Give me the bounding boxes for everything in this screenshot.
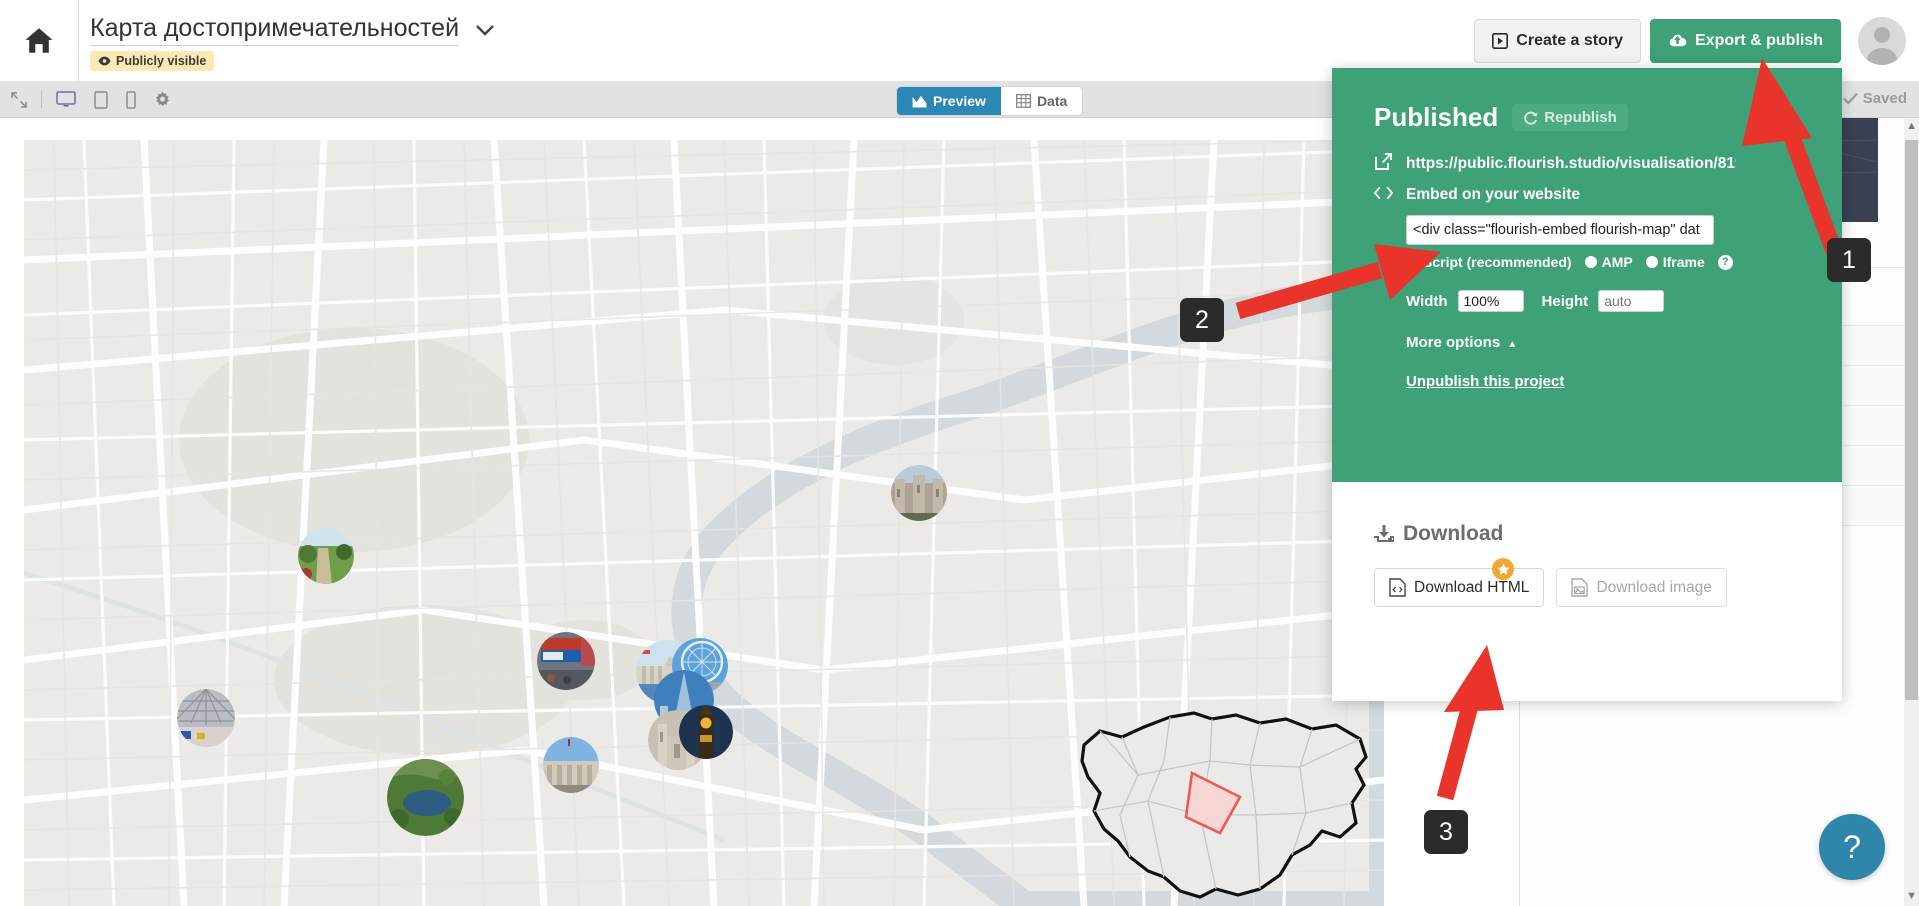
sidebar-scrollbar[interactable]: ▲ ▼ xyxy=(1904,118,1919,906)
marker-piccadilly-photo[interactable] xyxy=(537,632,595,690)
gear-icon[interactable] xyxy=(154,91,171,108)
publish-header: Published Republish xyxy=(1374,102,1800,133)
embed-label: Embed on your website xyxy=(1406,186,1580,204)
greater-london-inset-map xyxy=(1060,705,1384,905)
annotation-number-1: 1 xyxy=(1827,238,1871,282)
status-badge[interactable]: Publicly visible xyxy=(90,51,214,71)
title-dropdown-caret[interactable] xyxy=(475,21,495,41)
saved-status: Saved xyxy=(1843,90,1907,107)
download-image-label: Download image xyxy=(1596,579,1711,597)
marker-regents-park-photo[interactable] xyxy=(298,528,354,584)
question-mark-icon: ? xyxy=(1843,829,1861,866)
chevron-up-icon: ▲ xyxy=(1507,339,1517,350)
toolbar-divider xyxy=(41,91,42,108)
title-block: Карта достопримечательностей Publicly vi… xyxy=(79,10,495,71)
scroll-up-arrow-icon[interactable]: ▲ xyxy=(1906,120,1917,132)
table-icon xyxy=(1016,94,1031,108)
download-image-button[interactable]: Download image xyxy=(1556,568,1726,607)
saved-label: Saved xyxy=(1863,90,1907,107)
annotation-number-2: 2 xyxy=(1180,298,1224,342)
embed-size-row: Width Height xyxy=(1406,290,1800,312)
width-input[interactable] xyxy=(1458,290,1524,312)
radio-iframe-label: Iframe xyxy=(1663,254,1705,270)
scroll-down-arrow-icon[interactable]: ▼ xyxy=(1906,890,1917,902)
top-bar-actions: Create a story Export & publish xyxy=(1474,17,1919,65)
height-label: Height xyxy=(1542,293,1589,310)
tab-data[interactable]: Data xyxy=(1001,87,1082,115)
create-story-label: Create a story xyxy=(1516,32,1623,50)
publish-status-title: Published xyxy=(1374,102,1498,133)
download-html-label: Download HTML xyxy=(1414,579,1529,597)
height-input[interactable] xyxy=(1598,290,1664,312)
marker-kings-cross-photo[interactable] xyxy=(177,689,235,747)
radio-script[interactable]: Script (recommended) xyxy=(1406,254,1572,270)
refresh-icon xyxy=(1523,111,1538,125)
republish-button[interactable]: Republish xyxy=(1512,104,1628,131)
download-html-button[interactable]: Download HTML xyxy=(1374,568,1544,607)
check-icon xyxy=(1843,92,1858,105)
radio-amp[interactable]: AMP xyxy=(1585,254,1633,270)
export-publish-label: Export & publish xyxy=(1695,32,1823,50)
create-story-button[interactable]: Create a story xyxy=(1474,19,1641,63)
radio-dot-selected xyxy=(1406,256,1418,268)
status-badge-label: Publicly visible xyxy=(116,54,206,68)
external-link-icon xyxy=(1374,153,1392,174)
republish-label: Republish xyxy=(1544,109,1617,126)
marker-tower-photo[interactable] xyxy=(891,465,947,521)
play-box-icon xyxy=(1492,33,1508,49)
code-icon xyxy=(1374,186,1392,204)
question-circle-icon[interactable]: ? xyxy=(1718,255,1733,270)
unpublish-link[interactable]: Unpublish this project xyxy=(1406,373,1564,390)
radio-dot xyxy=(1646,256,1658,268)
cloud-upload-icon xyxy=(1668,33,1687,48)
code-file-icon xyxy=(1389,578,1406,597)
help-button[interactable]: ? xyxy=(1819,814,1885,880)
chart-area-icon xyxy=(912,95,927,108)
embed-type-radio-group: Script (recommended) AMP Iframe ? xyxy=(1406,254,1800,270)
publish-section: Published Republish https://public. xyxy=(1332,68,1842,482)
download-section: Download Download HTML xyxy=(1332,482,1842,647)
tab-data-label: Data xyxy=(1037,93,1067,109)
download-heading-label: Download xyxy=(1403,522,1503,546)
mobile-icon[interactable] xyxy=(126,91,136,109)
marker-hyde-park-photo[interactable] xyxy=(387,759,464,836)
avatar[interactable] xyxy=(1858,17,1906,65)
preview-data-tabs: Preview Data xyxy=(897,87,1082,115)
export-publish-button[interactable]: Export & publish xyxy=(1650,19,1841,63)
radio-script-label: Script (recommended) xyxy=(1423,254,1572,270)
marker-bigben-photo[interactable] xyxy=(679,705,733,759)
annotation-number-3: 3 xyxy=(1424,810,1468,854)
home-button[interactable] xyxy=(0,0,79,82)
more-options-label: More options xyxy=(1406,334,1500,351)
embed-code-input[interactable] xyxy=(1406,215,1714,245)
marker-buckingham-photo[interactable] xyxy=(543,737,599,793)
expand-arrows-icon[interactable] xyxy=(11,92,27,108)
image-file-icon xyxy=(1571,578,1588,597)
premium-star-badge xyxy=(1492,558,1514,580)
export-publish-panel: Published Republish https://public. xyxy=(1332,68,1842,701)
embed-row: Embed on your website xyxy=(1374,186,1800,204)
page-title[interactable]: Карта достопримечательностей xyxy=(90,14,459,46)
radio-amp-label: AMP xyxy=(1602,254,1633,270)
width-label: Width xyxy=(1406,293,1448,310)
public-url-text[interactable]: https://public.flourish.studio/visualisa… xyxy=(1406,155,1736,173)
download-icon xyxy=(1374,525,1394,543)
tab-preview[interactable]: Preview xyxy=(897,87,1001,115)
home-icon xyxy=(24,27,54,54)
star-icon xyxy=(1497,563,1510,576)
download-heading: Download xyxy=(1374,522,1800,546)
more-options-toggle[interactable]: More options ▲ xyxy=(1406,334,1800,351)
download-buttons: Download HTML Download image xyxy=(1374,568,1800,607)
radio-dot xyxy=(1585,256,1597,268)
desktop-icon[interactable] xyxy=(56,91,76,108)
public-url-row[interactable]: https://public.flourish.studio/visualisa… xyxy=(1374,153,1800,174)
eye-icon xyxy=(98,56,111,66)
tablet-icon[interactable] xyxy=(94,91,108,109)
radio-iframe[interactable]: Iframe xyxy=(1646,254,1705,270)
sidebar-scrollbar-thumb[interactable] xyxy=(1905,140,1918,700)
user-avatar-icon xyxy=(1858,17,1906,65)
tab-preview-label: Preview xyxy=(933,93,986,109)
map-canvas[interactable] xyxy=(24,140,1384,906)
